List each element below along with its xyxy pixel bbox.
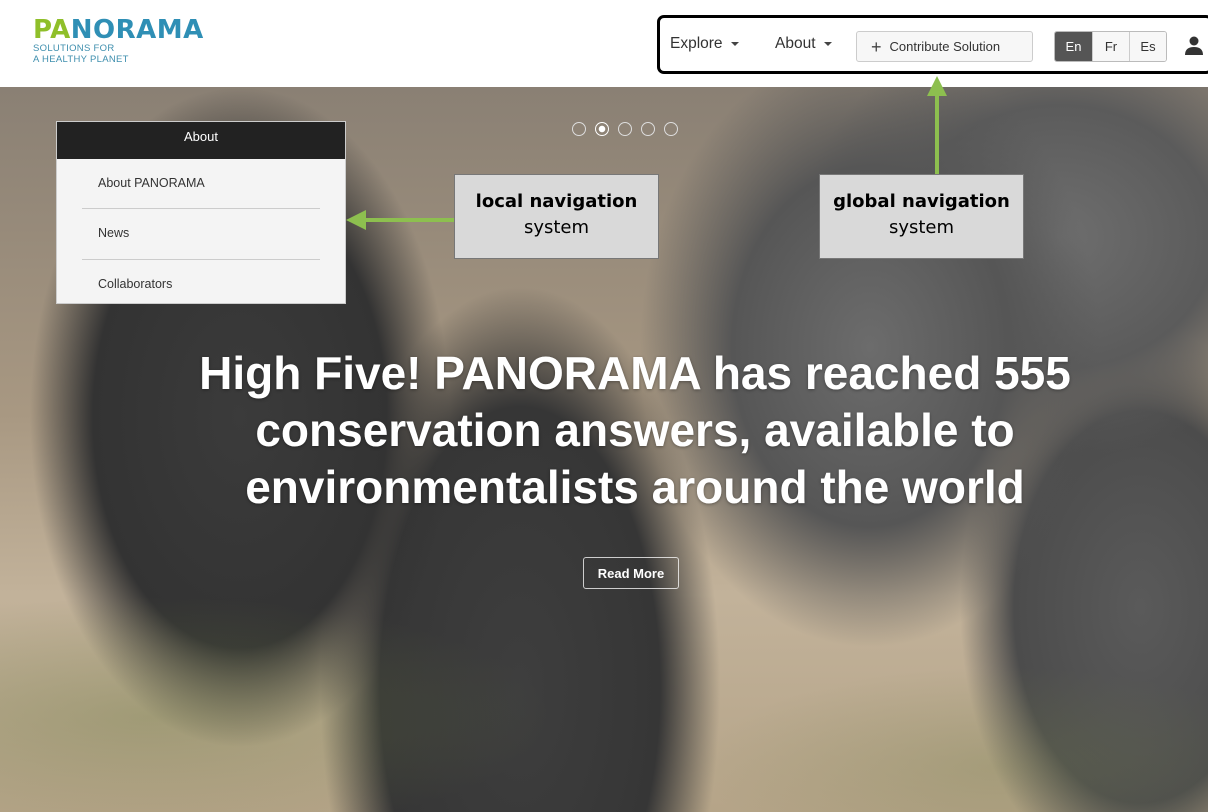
contribute-solution-button[interactable]: + Contribute Solution bbox=[856, 31, 1033, 62]
read-more-button[interactable]: Read More bbox=[583, 557, 679, 589]
local-navigation-callout: local navigation system bbox=[454, 174, 659, 259]
about-label: About bbox=[775, 35, 816, 52]
chevron-down-icon bbox=[730, 41, 739, 46]
logo-tagline-1: SOLUTIONS FOR bbox=[33, 43, 115, 54]
headline-line-2: conservation answers, available to bbox=[255, 404, 1015, 456]
language-en-button[interactable]: En bbox=[1055, 32, 1092, 61]
hero-headline: High Five! PANORAMA has reached 555 cons… bbox=[90, 345, 1180, 516]
callout-local-subtitle: system bbox=[523, 217, 590, 238]
carousel-dot-2[interactable] bbox=[595, 122, 609, 136]
local-nav-header: About bbox=[57, 122, 345, 159]
arrow-left-icon bbox=[346, 210, 454, 230]
local-nav-item-news[interactable]: News bbox=[57, 209, 345, 260]
language-fr-button[interactable]: Fr bbox=[1092, 32, 1129, 61]
local-nav-item-about-panorama[interactable]: About PANORAMA bbox=[57, 159, 345, 209]
user-icon[interactable] bbox=[1184, 35, 1204, 57]
contribute-label: Contribute Solution bbox=[889, 39, 1001, 54]
hero-photo-texture bbox=[0, 467, 1208, 812]
panorama-logo[interactable]: PANORAMA SOLUTIONS FOR A HEALTHY PLANET bbox=[33, 17, 223, 65]
explore-label: Explore bbox=[670, 35, 723, 52]
explore-menu[interactable]: Explore bbox=[670, 35, 739, 53]
carousel-dot-1[interactable] bbox=[572, 122, 586, 136]
callout-global-title: global navigation bbox=[833, 191, 1010, 212]
logo-tagline-2: A HEALTHY PLANET bbox=[33, 54, 129, 65]
carousel-indicators bbox=[572, 122, 678, 136]
local-nav-item-collaborators[interactable]: Collaborators bbox=[57, 260, 345, 311]
language-switcher: En Fr Es bbox=[1054, 31, 1167, 62]
site-header: PANORAMA SOLUTIONS FOR A HEALTHY PLANET … bbox=[0, 0, 1208, 87]
carousel-dot-4[interactable] bbox=[641, 122, 655, 136]
about-menu[interactable]: About bbox=[775, 35, 832, 53]
language-es-button[interactable]: Es bbox=[1129, 32, 1166, 61]
carousel-dot-3[interactable] bbox=[618, 122, 632, 136]
headline-line-1: High Five! PANORAMA has reached 555 bbox=[199, 347, 1071, 399]
logo-wordmark: PANORAMA bbox=[33, 15, 204, 45]
headline-line-3: environmentalists around the world bbox=[245, 461, 1025, 513]
arrow-up-icon bbox=[927, 76, 947, 174]
callout-local-title: local navigation bbox=[475, 191, 638, 212]
plus-icon: + bbox=[871, 36, 882, 57]
local-navigation: About About PANORAMA News Collaborators bbox=[56, 121, 346, 304]
chevron-down-icon bbox=[823, 41, 832, 46]
carousel-dot-5[interactable] bbox=[664, 122, 678, 136]
global-navigation: Explore About + Contribute Solution En F… bbox=[657, 15, 1208, 74]
callout-global-subtitle: system bbox=[888, 217, 955, 238]
global-navigation-callout: global navigation system bbox=[819, 174, 1024, 259]
